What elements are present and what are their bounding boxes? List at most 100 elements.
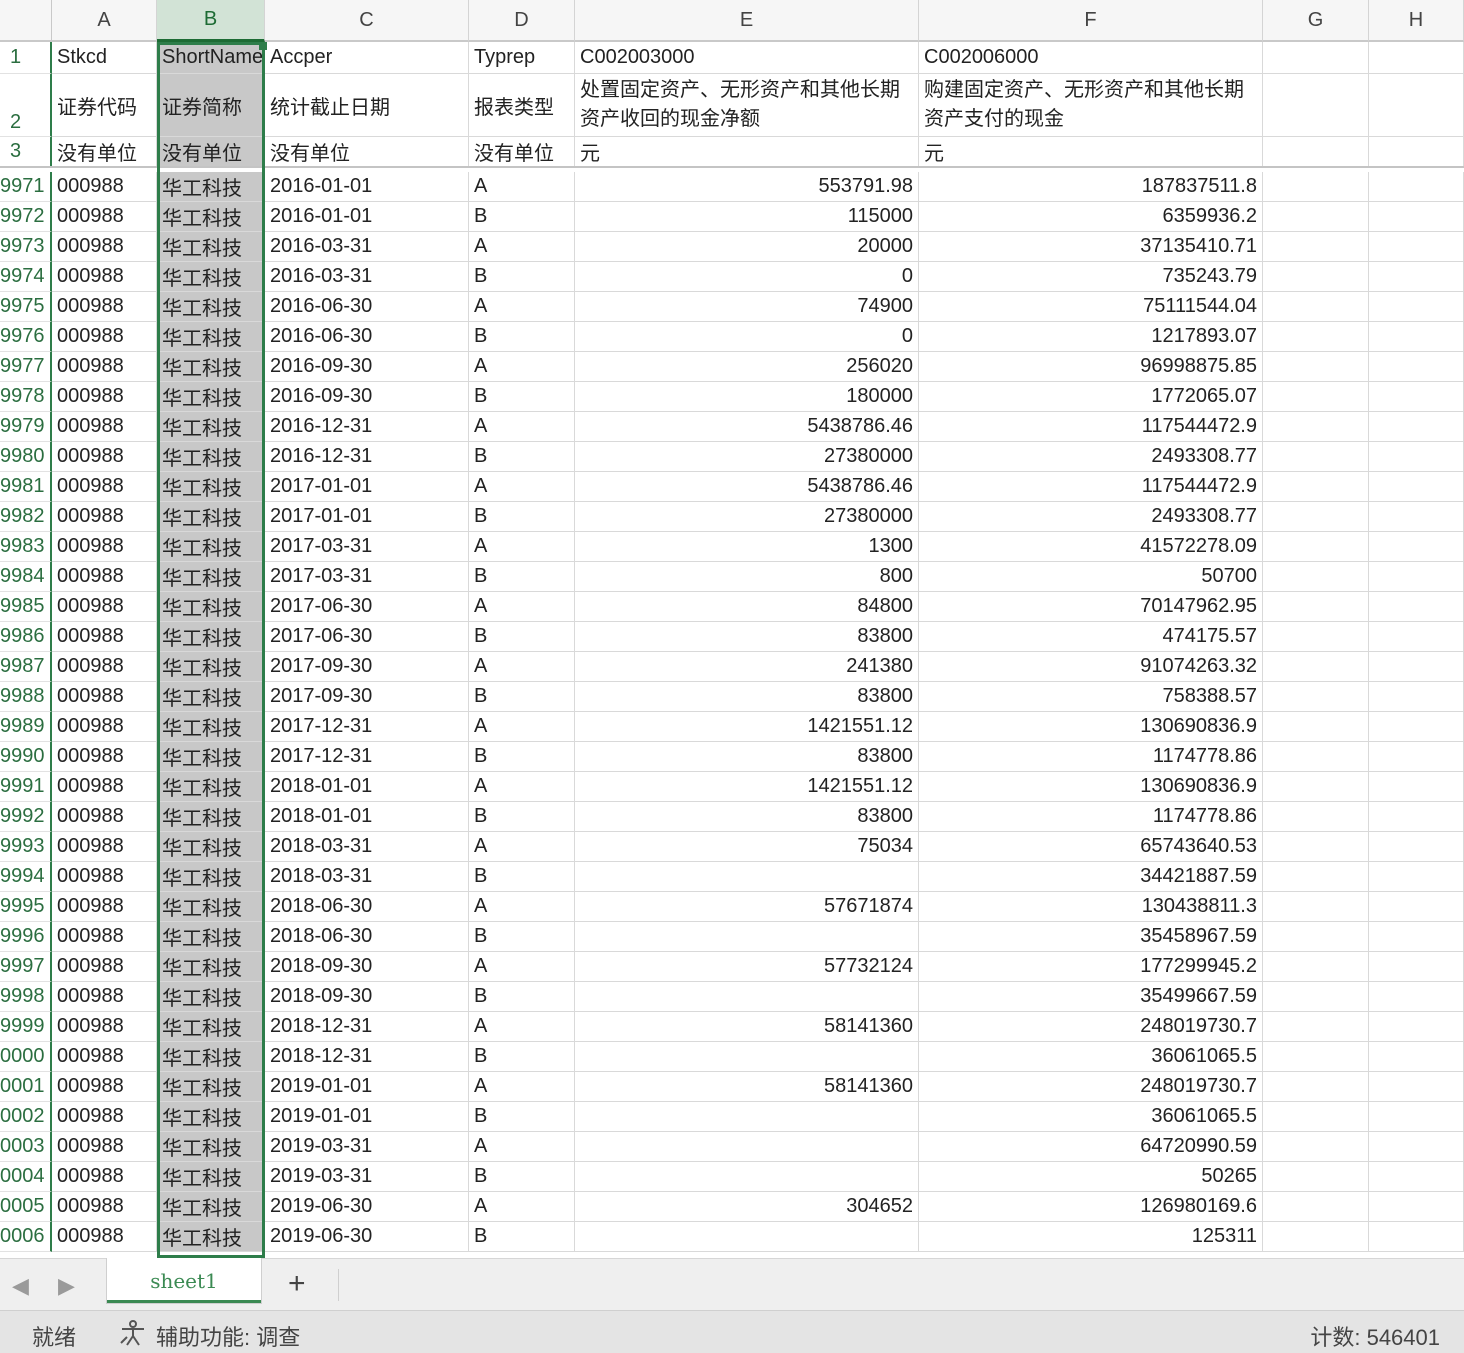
- cell-f[interactable]: 177299945.2: [919, 952, 1263, 982]
- column-header-d[interactable]: D: [469, 0, 575, 42]
- cell-a3[interactable]: 没有单位: [52, 137, 157, 167]
- cell-h[interactable]: [1369, 922, 1464, 952]
- cell-f[interactable]: 758388.57: [919, 682, 1263, 712]
- cell-f[interactable]: 248019730.7: [919, 1012, 1263, 1042]
- cell-h[interactable]: [1369, 1042, 1464, 1072]
- cell-d[interactable]: A: [469, 1192, 575, 1222]
- row-header[interactable]: 9977: [0, 352, 52, 382]
- cell-b[interactable]: 华工科技: [157, 532, 265, 562]
- cell-h[interactable]: [1369, 442, 1464, 472]
- cell-f[interactable]: 1772065.07: [919, 382, 1263, 412]
- cell-g[interactable]: [1263, 1042, 1369, 1072]
- row-header[interactable]: 9992: [0, 802, 52, 832]
- cell-b[interactable]: 华工科技: [157, 712, 265, 742]
- cell-f[interactable]: 41572278.09: [919, 532, 1263, 562]
- cell-e[interactable]: [575, 1042, 919, 1072]
- cell-b[interactable]: 华工科技: [157, 772, 265, 802]
- cell-f1[interactable]: C002006000: [919, 42, 1263, 74]
- cell-g[interactable]: [1263, 232, 1369, 262]
- cell-f[interactable]: 248019730.7: [919, 1072, 1263, 1102]
- cell-e[interactable]: [575, 1162, 919, 1192]
- cell-c[interactable]: 2016-03-31: [265, 262, 469, 292]
- cell-d[interactable]: B: [469, 802, 575, 832]
- cell-h[interactable]: [1369, 1072, 1464, 1102]
- cell-f[interactable]: 65743640.53: [919, 832, 1263, 862]
- cell-h[interactable]: [1369, 262, 1464, 292]
- cell-b[interactable]: 华工科技: [157, 1012, 265, 1042]
- cell-f[interactable]: 35458967.59: [919, 922, 1263, 952]
- row-header[interactable]: 9990: [0, 742, 52, 772]
- cell-b[interactable]: 华工科技: [157, 202, 265, 232]
- cell-f[interactable]: 474175.57: [919, 622, 1263, 652]
- cell-f[interactable]: 36061065.5: [919, 1102, 1263, 1132]
- cell-f[interactable]: 125311: [919, 1222, 1263, 1252]
- cell-b[interactable]: 华工科技: [157, 1192, 265, 1222]
- cell-g[interactable]: [1263, 1192, 1369, 1222]
- cell-h3[interactable]: [1369, 137, 1464, 167]
- cell-e[interactable]: 83800: [575, 622, 919, 652]
- cell-f[interactable]: 75111544.04: [919, 292, 1263, 322]
- cell-e[interactable]: 83800: [575, 682, 919, 712]
- cell-g[interactable]: [1263, 352, 1369, 382]
- cell-h[interactable]: [1369, 832, 1464, 862]
- cell-h[interactable]: [1369, 982, 1464, 1012]
- cell-c[interactable]: 2017-12-31: [265, 742, 469, 772]
- row-header[interactable]: 9978: [0, 382, 52, 412]
- cell-c[interactable]: 2017-06-30: [265, 622, 469, 652]
- cell-e[interactable]: 1421551.12: [575, 712, 919, 742]
- row-header[interactable]: 0001: [0, 1072, 52, 1102]
- cell-c[interactable]: 2019-06-30: [265, 1192, 469, 1222]
- cell-h[interactable]: [1369, 592, 1464, 622]
- cell-h[interactable]: [1369, 712, 1464, 742]
- cell-g[interactable]: [1263, 1132, 1369, 1162]
- cell-a[interactable]: 000988: [52, 1192, 157, 1222]
- cell-f[interactable]: 126980169.6: [919, 1192, 1263, 1222]
- row-header[interactable]: 9984: [0, 562, 52, 592]
- cell-f[interactable]: 1217893.07: [919, 322, 1263, 352]
- cell-b[interactable]: 华工科技: [157, 952, 265, 982]
- spreadsheet-grid[interactable]: ABCDEFGH 1 Stkcd ShortName Accper Typrep C002…: [0, 0, 1464, 1258]
- cell-a[interactable]: 000988: [52, 712, 157, 742]
- cell-b[interactable]: 华工科技: [157, 832, 265, 862]
- cell-f[interactable]: 34421887.59: [919, 862, 1263, 892]
- cell-g[interactable]: [1263, 1102, 1369, 1132]
- cell-h[interactable]: [1369, 652, 1464, 682]
- cell-c[interactable]: 2018-03-31: [265, 832, 469, 862]
- cell-c[interactable]: 2017-03-31: [265, 532, 469, 562]
- row-header[interactable]: 9981: [0, 472, 52, 502]
- cell-c[interactable]: 2018-06-30: [265, 892, 469, 922]
- row-header[interactable]: 0004: [0, 1162, 52, 1192]
- cell-d[interactable]: B: [469, 682, 575, 712]
- cell-h[interactable]: [1369, 292, 1464, 322]
- cell-b[interactable]: 华工科技: [157, 892, 265, 922]
- cell-h[interactable]: [1369, 1132, 1464, 1162]
- cell-e[interactable]: 800: [575, 562, 919, 592]
- cell-g2[interactable]: [1263, 74, 1369, 137]
- cell-h[interactable]: [1369, 952, 1464, 982]
- cell-a[interactable]: 000988: [52, 1072, 157, 1102]
- cell-f[interactable]: 96998875.85: [919, 352, 1263, 382]
- cell-d[interactable]: B: [469, 862, 575, 892]
- cell-b[interactable]: 华工科技: [157, 1222, 265, 1252]
- cell-e[interactable]: 74900: [575, 292, 919, 322]
- cell-d[interactable]: B: [469, 1222, 575, 1252]
- cell-a[interactable]: 000988: [52, 172, 157, 202]
- row-header[interactable]: 9973: [0, 232, 52, 262]
- cell-d[interactable]: A: [469, 712, 575, 742]
- cell-c[interactable]: 2017-09-30: [265, 682, 469, 712]
- cell-g[interactable]: [1263, 1162, 1369, 1192]
- cell-c[interactable]: 2018-01-01: [265, 802, 469, 832]
- cell-b[interactable]: 华工科技: [157, 652, 265, 682]
- cell-f[interactable]: 50265: [919, 1162, 1263, 1192]
- cell-a[interactable]: 000988: [52, 742, 157, 772]
- cell-g[interactable]: [1263, 322, 1369, 352]
- cell-e[interactable]: [575, 982, 919, 1012]
- cell-f[interactable]: 37135410.71: [919, 232, 1263, 262]
- cell-c[interactable]: 2019-06-30: [265, 1222, 469, 1252]
- cell-e1[interactable]: C002003000: [575, 42, 919, 74]
- cell-e[interactable]: 5438786.46: [575, 412, 919, 442]
- cell-d[interactable]: A: [469, 172, 575, 202]
- cell-a[interactable]: 000988: [52, 652, 157, 682]
- cell-f[interactable]: 130690836.9: [919, 712, 1263, 742]
- cell-a[interactable]: 000988: [52, 1042, 157, 1072]
